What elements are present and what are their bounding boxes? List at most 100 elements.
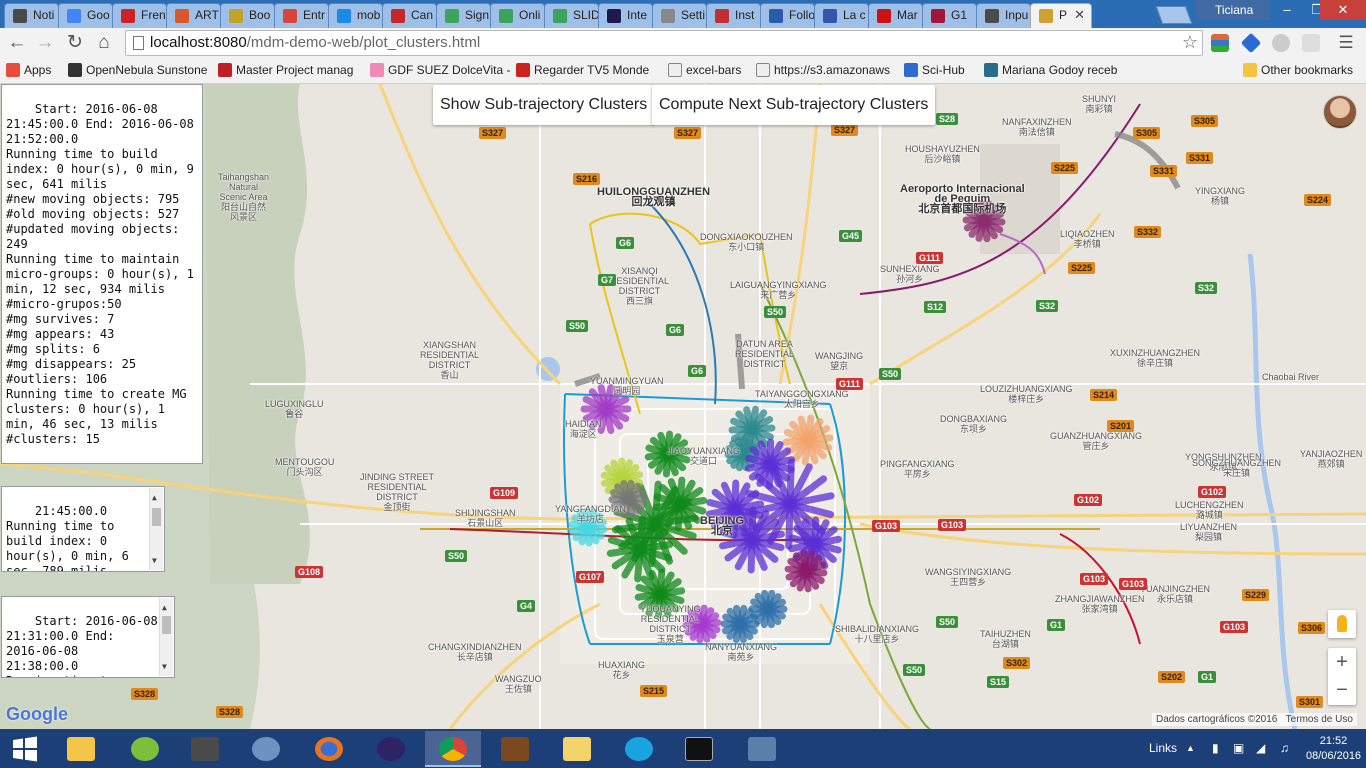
- bookmark-item[interactable]: https://s3.amazonaws: [756, 63, 890, 77]
- other-bookmarks[interactable]: Other bookmarks: [1243, 63, 1353, 77]
- second-log-scrollbar[interactable]: ▲ ▼: [149, 488, 163, 570]
- bookmark-star-icon[interactable]: ☆: [1182, 32, 1198, 53]
- bookmark-item[interactable]: GDF SUEZ DolceVita -: [370, 63, 510, 77]
- browser-tab[interactable]: Inpu: [976, 3, 1031, 28]
- browser-tab[interactable]: ART: [166, 3, 221, 28]
- browser-tab[interactable]: Boo: [220, 3, 275, 28]
- windows-start-icon[interactable]: [0, 729, 50, 768]
- show-clusters-button[interactable]: Show Sub-trajectory Clusters: [433, 85, 655, 125]
- tray-expand-icon[interactable]: ▲: [1186, 743, 1195, 753]
- bookmark-item[interactable]: Mariana Godoy receb: [984, 63, 1117, 77]
- chrome-task[interactable]: [425, 731, 481, 767]
- address-bar[interactable]: localhost:8080/mdm-demo-web/plot_cluster…: [125, 30, 1203, 56]
- browser-tab[interactable]: Noti: [4, 3, 59, 28]
- close-window-icon[interactable]: ✕: [1320, 0, 1366, 20]
- battery-icon[interactable]: ▮: [1212, 741, 1219, 755]
- sublime-icon: [191, 737, 219, 761]
- map-viewport[interactable]: HUILONGGUANZHEN 回龙观镇 Aeroporto Internacio…: [0, 84, 1366, 729]
- eclipse-task[interactable]: [363, 731, 419, 767]
- browser-tab[interactable]: Can: [382, 3, 437, 28]
- bookmark-item[interactable]: Master Project manag: [218, 63, 353, 77]
- road-shield: S214: [1090, 389, 1118, 401]
- zoom-out-icon[interactable]: −: [1328, 676, 1356, 704]
- extension-icon[interactable]: [1211, 34, 1229, 52]
- bookmark-item[interactable]: excel-bars: [668, 63, 741, 77]
- bookmark-label: excel-bars: [686, 63, 742, 77]
- qgis-task[interactable]: [117, 731, 173, 767]
- browser-tab[interactable]: Setti: [652, 3, 707, 28]
- network-icon[interactable]: ▣: [1233, 741, 1244, 755]
- road-shield: G6: [666, 324, 685, 336]
- skype-task[interactable]: [611, 731, 667, 767]
- postgres-task[interactable]: [238, 731, 294, 767]
- bookmark-item[interactable]: Apps: [6, 63, 51, 77]
- browser-tab[interactable]: La c: [814, 3, 869, 28]
- volume-icon[interactable]: ♫: [1280, 741, 1289, 755]
- main-log-panel[interactable]: Start: 2016-06-08 21:45:00.0 End: 2016-0…: [1, 84, 203, 464]
- user-avatar[interactable]: [1323, 95, 1357, 129]
- road-shield: G45: [839, 230, 863, 242]
- road-shield: S305: [1133, 127, 1161, 139]
- sublime-task[interactable]: [177, 731, 233, 767]
- map-place-label: ZHANGJIAWANZHEN 张家湾镇: [1055, 594, 1145, 614]
- bookmark-item[interactable]: Regarder TV5 Monde: [516, 63, 649, 77]
- forward-icon[interactable]: →: [34, 32, 56, 54]
- browser-tab[interactable]: Fren: [112, 3, 167, 28]
- third-log-panel[interactable]: Start: 2016-06-08 21:31:00.0 End: 2016-0…: [1, 596, 175, 678]
- map-place-label: WANGSIYINGXIANG 王四营乡: [925, 567, 1012, 587]
- second-log-panel[interactable]: 21:45:00.0 Running time to build index: …: [1, 486, 165, 572]
- signal-icon[interactable]: ◢: [1256, 741, 1265, 755]
- reload-icon[interactable]: ↻: [64, 32, 86, 54]
- new-tab-button[interactable]: [1155, 6, 1193, 24]
- compute-next-clusters-button[interactable]: Compute Next Sub-trajectory Clusters: [652, 85, 936, 125]
- bookmark-label: https://s3.amazonaws: [774, 63, 891, 77]
- map-place-label: DONGBAXIANG 东坝乡: [940, 414, 1008, 434]
- map-place-label: WANGZUO 王佐镇: [495, 674, 542, 694]
- browser-tab[interactable]: SLID: [544, 3, 599, 28]
- bookmark-item[interactable]: OpenNebula Sunstone: [68, 63, 207, 77]
- bookmark-item[interactable]: Sci-Hub: [904, 63, 965, 77]
- tab-label: ART: [195, 8, 219, 22]
- app-task[interactable]: [734, 731, 790, 767]
- road-shield: S302: [1003, 657, 1031, 669]
- street-view-pegman-icon[interactable]: [1328, 610, 1356, 638]
- terms-link[interactable]: Termos de Uso: [1286, 714, 1353, 725]
- map-place-label: BEIJING 北京: [700, 515, 745, 537]
- back-icon[interactable]: ←: [6, 32, 28, 54]
- links-toolbar[interactable]: Links: [1149, 741, 1177, 755]
- browser-tab[interactable]: P ✕: [1030, 3, 1092, 29]
- browser-tab[interactable]: G1: [922, 3, 977, 28]
- cmd-task[interactable]: [671, 731, 727, 767]
- map-place-label: HUILONGGUANZHEN 回龙观镇: [597, 186, 711, 208]
- menu-icon[interactable]: ☰: [1335, 32, 1357, 54]
- minimize-icon[interactable]: –: [1272, 0, 1302, 20]
- zoom-control[interactable]: + −: [1328, 648, 1356, 705]
- browser-tab[interactable]: Goo: [58, 3, 113, 28]
- extension-diamond-icon[interactable]: [1240, 32, 1262, 54]
- browser-tab[interactable]: Inte: [598, 3, 653, 28]
- browser-tab[interactable]: Onli: [490, 3, 545, 28]
- browser-tab[interactable]: Entr: [274, 3, 329, 28]
- tab-label: Inpu: [1005, 8, 1029, 22]
- tab-favicon: [175, 9, 189, 23]
- home-icon[interactable]: ⌂: [93, 32, 115, 54]
- extension-s-icon[interactable]: [1272, 34, 1290, 52]
- extension-m-icon[interactable]: [1302, 34, 1320, 52]
- firefox-task[interactable]: [301, 731, 357, 767]
- profile-button[interactable]: Ticiana: [1196, 0, 1270, 20]
- tab-label: La c: [843, 8, 866, 22]
- browser-tab[interactable]: Follo: [760, 3, 815, 28]
- zoom-in-icon[interactable]: +: [1328, 648, 1356, 676]
- files-task[interactable]: [549, 731, 605, 767]
- browser-tab[interactable]: Inst: [706, 3, 761, 28]
- browser-tab[interactable]: Sign: [436, 3, 491, 28]
- system-clock[interactable]: 21:52 08/06/2016: [1306, 734, 1361, 764]
- third-log-scrollbar[interactable]: ▲ ▼: [159, 598, 173, 676]
- map-place-label: LAIGUANGYINGXIANG 来广营乡: [730, 280, 827, 300]
- browser-tab[interactable]: mob: [328, 3, 383, 28]
- close-tab-icon[interactable]: ✕: [1074, 7, 1085, 23]
- map-attribution[interactable]: Dados cartográficos ©2016 Termos de Uso: [1152, 713, 1357, 726]
- javaee-task[interactable]: [487, 731, 543, 767]
- browser-tab[interactable]: Mar: [868, 3, 923, 28]
- file-explorer-task[interactable]: [53, 731, 109, 767]
